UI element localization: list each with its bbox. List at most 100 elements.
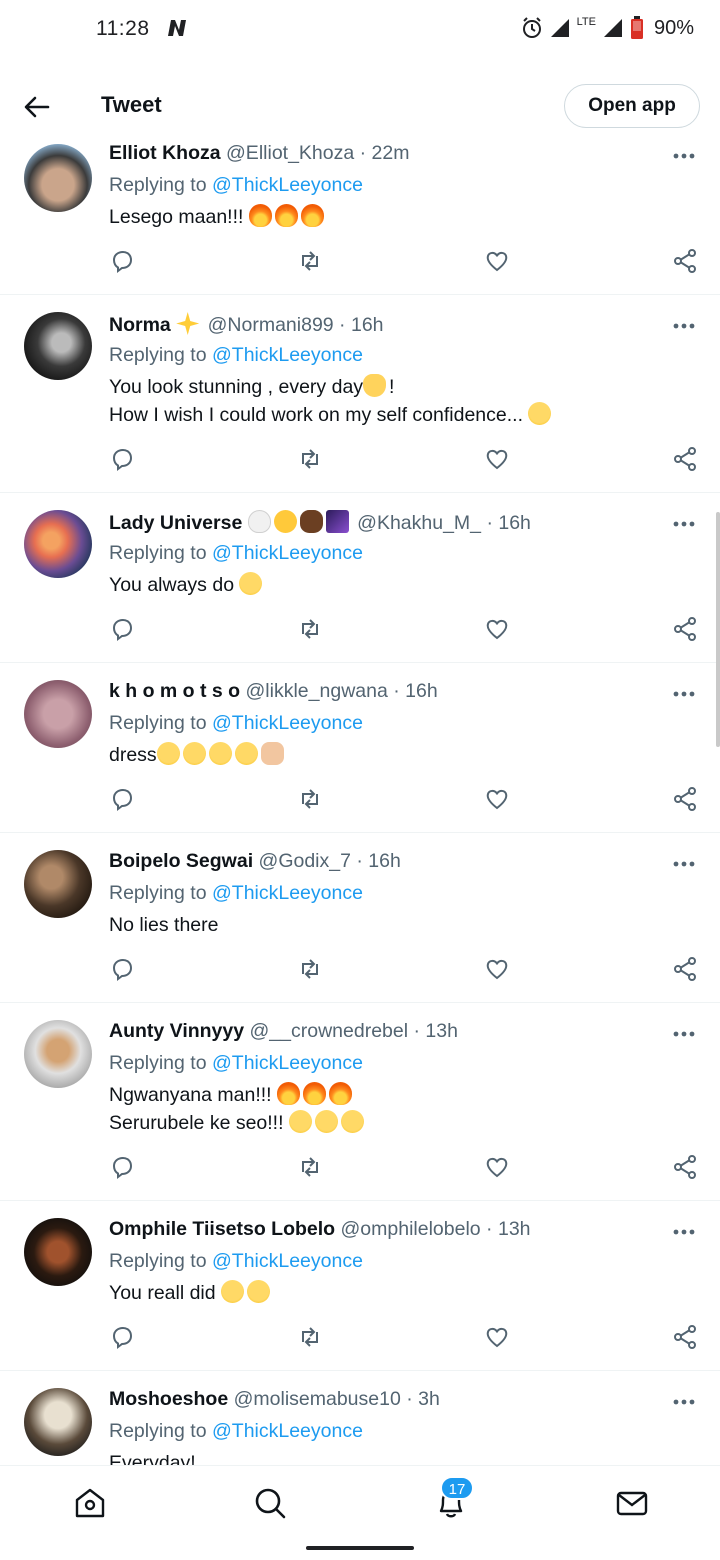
replying-to: Replying to @ThickLeeyonce <box>109 542 363 565</box>
status-icons: LTE 90% <box>521 16 694 40</box>
like-icon[interactable] <box>484 956 510 982</box>
tweet-line: You look stunning , every day <box>109 376 364 398</box>
author-name[interactable]: Elliot Khoza <box>109 142 221 164</box>
signal-icon-2 <box>603 19 622 37</box>
back-arrow-icon[interactable] <box>22 92 52 122</box>
tweet-text: Ngwanyana man!!! Serurubele ke seo!!! <box>109 1081 367 1137</box>
messages-icon[interactable] <box>615 1486 649 1520</box>
retweet-icon[interactable] <box>297 1324 323 1350</box>
share-icon[interactable] <box>672 248 698 274</box>
more-icon[interactable] <box>672 520 696 528</box>
author-name[interactable]: Aunty Vinnyyy <box>109 1020 244 1042</box>
retweet-icon[interactable] <box>297 446 323 472</box>
author-handle-time: @omphilelobelo · 13h <box>340 1218 531 1240</box>
reply-target-link[interactable]: @ThickLeeyonce <box>212 542 363 564</box>
avatar[interactable] <box>24 144 92 212</box>
like-icon[interactable] <box>484 248 510 274</box>
author-name[interactable]: Moshoeshoe <box>109 1388 228 1410</box>
avatar[interactable] <box>24 850 92 918</box>
author-name[interactable]: Norma <box>109 314 171 336</box>
tweet-text: You reall did <box>109 1279 273 1307</box>
reply-icon[interactable] <box>109 1154 135 1180</box>
reply-target-link[interactable]: @ThickLeeyonce <box>212 344 363 366</box>
more-icon[interactable] <box>672 1228 696 1236</box>
avatar[interactable] <box>24 510 92 578</box>
tweet-actions <box>0 956 720 986</box>
reply-icon[interactable] <box>109 786 135 812</box>
reply-icon[interactable] <box>109 956 135 982</box>
reply-icon[interactable] <box>109 1324 135 1350</box>
retweet-icon[interactable] <box>297 616 323 642</box>
retweet-icon[interactable] <box>297 1154 323 1180</box>
status-time: 11:28 <box>96 17 150 40</box>
author-name[interactable]: k h o m o t s o <box>109 680 240 702</box>
author-name[interactable]: Omphile Tiisetso Lobelo <box>109 1218 335 1240</box>
author-handle-time: @likkle_ngwana · 16h <box>245 680 438 702</box>
reply-target-link[interactable]: @ThickLeeyonce <box>212 712 363 734</box>
share-icon[interactable] <box>672 616 698 642</box>
tweet-actions <box>0 786 720 816</box>
reply-target-link[interactable]: @ThickLeeyonce <box>212 1052 363 1074</box>
tweet-item[interactable]: Norma @Normani899 · 16h Replying to @Thi… <box>0 295 720 493</box>
tweet-text: No lies there <box>109 911 218 939</box>
avatar[interactable] <box>24 1388 92 1456</box>
tweet-line: You reall did <box>109 1282 216 1304</box>
share-icon[interactable] <box>672 446 698 472</box>
share-icon[interactable] <box>672 1154 698 1180</box>
retweet-icon[interactable] <box>297 786 323 812</box>
avatar[interactable] <box>24 312 92 380</box>
replying-prefix: Replying to <box>109 542 212 564</box>
author-name[interactable]: Lady Universe <box>109 512 242 534</box>
more-icon[interactable] <box>672 322 696 330</box>
replying-to: Replying to @ThickLeeyonce <box>109 882 363 905</box>
reply-target-link[interactable]: @ThickLeeyonce <box>212 1250 363 1272</box>
tweet-item[interactable]: Lady Universe @Khakhu_M_ · 16h Replying … <box>0 493 720 663</box>
more-icon[interactable] <box>672 690 696 698</box>
share-icon[interactable] <box>672 1324 698 1350</box>
battery-icon <box>630 16 643 39</box>
more-icon[interactable] <box>672 1030 696 1038</box>
like-icon[interactable] <box>484 446 510 472</box>
scrollbar[interactable] <box>716 512 720 747</box>
author-handle-time: @Elliot_Khoza · 22m <box>226 142 410 164</box>
tweet-line: Ngwanyana man!!! <box>109 1084 272 1106</box>
reply-target-link[interactable]: @ThickLeeyonce <box>212 1420 363 1442</box>
avatar[interactable] <box>24 1020 92 1088</box>
more-icon[interactable] <box>672 1398 696 1406</box>
more-icon[interactable] <box>672 860 696 868</box>
retweet-icon[interactable] <box>297 956 323 982</box>
replying-to: Replying to @ThickLeeyonce <box>109 1250 363 1273</box>
author-name[interactable]: Boipelo Segwai <box>109 850 253 872</box>
gesture-bar[interactable] <box>306 1546 414 1550</box>
tweet-item[interactable]: Elliot Khoza @Elliot_Khoza · 22m Replyin… <box>0 140 720 295</box>
like-icon[interactable] <box>484 1324 510 1350</box>
reply-icon[interactable] <box>109 248 135 274</box>
reply-target-link[interactable]: @ThickLeeyonce <box>212 882 363 904</box>
tweet-header: Elliot Khoza @Elliot_Khoza · 22m <box>109 142 409 165</box>
reply-target-link[interactable]: @ThickLeeyonce <box>212 174 363 196</box>
tweet-actions <box>0 248 720 278</box>
avatar[interactable] <box>24 1218 92 1286</box>
like-icon[interactable] <box>484 616 510 642</box>
replying-prefix: Replying to <box>109 174 212 196</box>
tweet-item[interactable]: Omphile Tiisetso Lobelo @omphilelobelo ·… <box>0 1201 720 1371</box>
tweet-line: No lies there <box>109 914 219 936</box>
home-icon[interactable] <box>73 1486 107 1520</box>
retweet-icon[interactable] <box>297 248 323 274</box>
page-title: Tweet <box>101 92 162 117</box>
more-icon[interactable] <box>672 152 696 160</box>
tweet-item[interactable]: Aunty Vinnyyy @__crownedrebel · 13h Repl… <box>0 1003 720 1201</box>
share-icon[interactable] <box>672 786 698 812</box>
tweet-header: Lady Universe @Khakhu_M_ · 16h <box>109 510 531 535</box>
tweet-item[interactable]: k h o m o t s o @likkle_ngwana · 16h Rep… <box>0 663 720 833</box>
tweet-actions <box>0 1324 720 1354</box>
share-icon[interactable] <box>672 956 698 982</box>
avatar[interactable] <box>24 680 92 748</box>
reply-icon[interactable] <box>109 446 135 472</box>
search-icon[interactable] <box>253 1486 287 1520</box>
tweet-item[interactable]: Boipelo Segwai @Godix_7 · 16h Replying t… <box>0 833 720 1003</box>
open-app-button[interactable]: Open app <box>564 84 700 128</box>
reply-icon[interactable] <box>109 616 135 642</box>
like-icon[interactable] <box>484 786 510 812</box>
like-icon[interactable] <box>484 1154 510 1180</box>
